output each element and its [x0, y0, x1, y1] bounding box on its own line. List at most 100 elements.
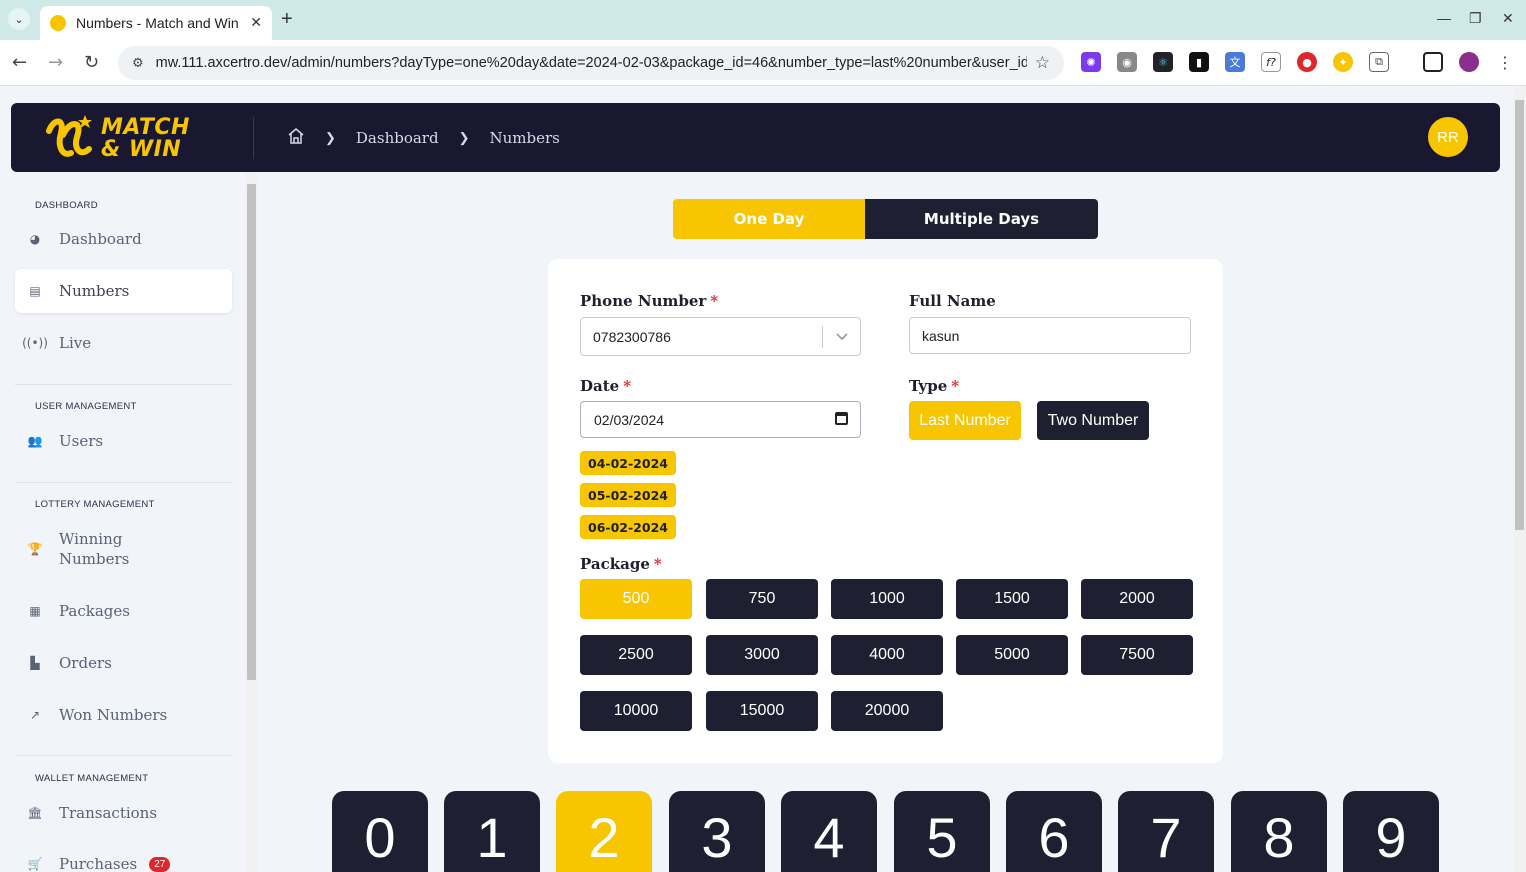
sidebar-item-dashboard[interactable]: ◕ Dashboard [15, 217, 232, 261]
sidebar: DASHBOARD ◕ Dashboard ▤ Numbers ((•)) Li… [0, 172, 244, 872]
purchases-count-badge: 27 [149, 856, 171, 872]
browser-menu-icon[interactable]: ⋮ [1495, 52, 1515, 72]
chevron-right-icon: ❯ [325, 130, 336, 146]
trophy-icon: 🏆 [27, 542, 43, 556]
sidebar-item-packages[interactable]: ▦ Packages [15, 589, 232, 633]
phone-number-label: Phone Number * [580, 292, 719, 310]
font-extension-icon[interactable]: f? [1261, 52, 1281, 72]
browser-toolbar: ← → ↻ ⚙ mw.111.axcertro.dev/admin/number… [0, 40, 1526, 86]
package-button[interactable]: 5000 [956, 635, 1068, 675]
type-two-number-button[interactable]: Two Number [1037, 401, 1149, 440]
new-tab-icon[interactable]: + [281, 8, 293, 31]
package-button[interactable]: 20000 [831, 691, 943, 731]
sidebar-divider [15, 384, 232, 385]
camera-extension-icon[interactable]: ◉ [1117, 52, 1137, 72]
digit-button[interactable]: 5 [894, 791, 990, 872]
package-button[interactable]: 500 [580, 579, 692, 619]
sidebar-item-users[interactable]: 👥 Users [15, 419, 232, 463]
multiple-days-button[interactable]: Multiple Days [865, 199, 1098, 239]
browser-tab[interactable]: Numbers - Match and Win ✕ [40, 6, 272, 40]
sidebar-item-purchases[interactable]: 🛒 Purchases 27 [15, 842, 232, 872]
extensions-puzzle-icon[interactable]: ⧉ [1369, 52, 1389, 72]
digit-button[interactable]: 1 [444, 791, 540, 872]
sidebar-item-won-numbers[interactable]: ↗ Won Numbers [15, 693, 232, 737]
forward-icon[interactable]: → [48, 52, 63, 73]
sidebar-item-numbers[interactable]: ▤ Numbers [15, 269, 232, 313]
breadcrumb-dashboard[interactable]: Dashboard [356, 129, 439, 147]
back-icon[interactable]: ← [12, 52, 27, 73]
digit-button[interactable]: 8 [1231, 791, 1327, 872]
chevron-down-icon[interactable] [823, 332, 860, 341]
number-form-card: Phone Number * 0782300786 Full Name kasun… [548, 259, 1223, 763]
date-chip[interactable]: 06-02-2024 [580, 515, 676, 539]
translate-extension-icon[interactable]: 文 [1225, 52, 1245, 72]
package-button[interactable]: 7500 [1081, 635, 1193, 675]
date-chip[interactable]: 04-02-2024 [580, 451, 676, 475]
digit-button[interactable]: 9 [1343, 791, 1439, 872]
extension-7-icon[interactable]: ● [1297, 52, 1317, 72]
extension-1-icon[interactable]: ✺ [1081, 52, 1101, 72]
digit-button[interactable]: 0 [332, 791, 428, 872]
digit-button[interactable]: 2 [556, 791, 652, 872]
digit-button[interactable]: 6 [1006, 791, 1102, 872]
site-info-icon[interactable]: ⚙ [132, 56, 144, 71]
side-panel-icon[interactable] [1423, 52, 1443, 72]
section-user-management: USER MANAGEMENT [35, 401, 137, 412]
sidebar-item-live[interactable]: ((•)) Live [15, 321, 232, 365]
date-input[interactable]: 02/03/2024 [580, 401, 861, 438]
package-button[interactable]: 1500 [956, 579, 1068, 619]
digit-button[interactable]: 7 [1118, 791, 1214, 872]
reload-icon[interactable]: ↻ [84, 52, 99, 73]
tab-title: Numbers - Match and Win [76, 15, 239, 31]
type-last-number-button[interactable]: Last Number [909, 401, 1021, 440]
package-button[interactable]: 750 [706, 579, 818, 619]
sidebar-scroll-thumb[interactable] [247, 184, 256, 680]
home-icon[interactable] [287, 127, 305, 149]
avatar[interactable]: RR [1428, 117, 1468, 157]
cart-icon: 🛒 [27, 857, 43, 871]
one-day-button[interactable]: One Day [673, 199, 865, 239]
section-wallet-management: WALLET MANAGEMENT [35, 773, 149, 784]
sidebar-item-transactions[interactable]: 🏛 Transactions [15, 791, 232, 835]
package-button[interactable]: 15000 [706, 691, 818, 731]
bulb-extension-icon[interactable]: ✦ [1333, 52, 1353, 72]
package-button[interactable]: 10000 [580, 691, 692, 731]
section-dashboard: DASHBOARD [35, 200, 98, 211]
page-scroll-thumb[interactable] [1515, 100, 1524, 530]
digit-button[interactable]: 4 [781, 791, 877, 872]
extension-4-icon[interactable]: ▮ [1189, 52, 1209, 72]
date-chip[interactable]: 05-02-2024 [580, 483, 676, 507]
package-button[interactable]: 3000 [706, 635, 818, 675]
bookmark-star-icon[interactable]: ☆ [1035, 53, 1050, 73]
phone-number-select[interactable]: 0782300786 [580, 317, 861, 356]
page-scrollbar[interactable] [1513, 86, 1526, 872]
logo-text: MATCH & WIN [101, 115, 190, 162]
package-button[interactable]: 2000 [1081, 579, 1193, 619]
full-name-input[interactable]: kasun [909, 317, 1191, 354]
calendar-icon[interactable] [835, 412, 848, 425]
app-header: MATCH & WIN ❯ Dashboard ❯ Numbers RR [11, 103, 1500, 172]
tab-close-icon[interactable]: ✕ [250, 15, 262, 31]
sidebar-item-winning-numbers[interactable]: 🏆 Winning Numbers [15, 527, 232, 571]
package-button[interactable]: 1000 [831, 579, 943, 619]
grid-icon: ▦ [29, 604, 41, 618]
logo[interactable]: MATCH & WIN [43, 113, 190, 165]
tab-search-icon[interactable]: ⌄ [8, 8, 30, 30]
breadcrumb-numbers: Numbers [489, 129, 560, 147]
profile-icon[interactable] [1459, 52, 1479, 72]
digit-button[interactable]: 3 [669, 791, 765, 872]
close-window-icon[interactable]: ✕ [1502, 10, 1514, 27]
react-devtools-icon[interactable]: ⚛ [1153, 52, 1173, 72]
minimize-icon[interactable]: — [1437, 10, 1451, 26]
sidebar-scrollbar[interactable] [245, 172, 258, 872]
phone-number-value: 0782300786 [593, 328, 671, 345]
sidebar-item-orders[interactable]: ▙ Orders [15, 641, 232, 685]
date-label: Date * [580, 377, 632, 395]
day-type-toggle: One Day Multiple Days [673, 199, 1098, 239]
package-button[interactable]: 4000 [831, 635, 943, 675]
restore-icon[interactable]: ❐ [1469, 10, 1482, 27]
ticket-icon: ▤ [29, 284, 41, 298]
address-bar[interactable]: ⚙ mw.111.axcertro.dev/admin/numbers?dayT… [118, 46, 1064, 80]
pie-chart-icon: ◕ [29, 232, 41, 246]
package-button[interactable]: 2500 [580, 635, 692, 675]
